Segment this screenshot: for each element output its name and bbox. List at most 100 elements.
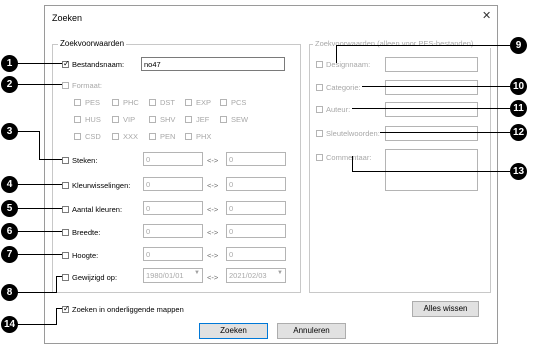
callout-4: 4 bbox=[1, 176, 18, 193]
stitches-from-input[interactable]: 0 bbox=[143, 152, 203, 166]
filename-label: Bestandsnaam: bbox=[72, 60, 125, 69]
keywords-label: Sleutelwoorden: bbox=[326, 129, 380, 138]
width-from-input[interactable]: 0 bbox=[143, 224, 203, 238]
callout-line-2 bbox=[16, 84, 62, 85]
format-checkbox-pen[interactable] bbox=[149, 133, 156, 140]
callout-line-7 bbox=[16, 254, 62, 255]
format-label-phx: PHX bbox=[196, 132, 212, 141]
category-label: Categorie: bbox=[326, 83, 361, 92]
callout-9: 9 bbox=[510, 37, 527, 54]
height-checkbox[interactable] bbox=[62, 252, 69, 259]
cancel-button[interactable]: Annuleren bbox=[277, 323, 346, 339]
subfolders-checkbox[interactable] bbox=[62, 304, 70, 313]
design-name-input[interactable] bbox=[385, 57, 478, 72]
format-label-csd: CSD bbox=[85, 132, 101, 141]
range-separator: <-> bbox=[207, 156, 219, 165]
close-icon[interactable]: ✕ bbox=[482, 11, 491, 22]
callout-line-13-vertical bbox=[352, 156, 353, 172]
chevron-down-icon: ▼ bbox=[277, 270, 283, 276]
color-changes-to-input[interactable]: 0 bbox=[226, 177, 286, 191]
callout-line-8-end bbox=[56, 276, 62, 277]
format-checkbox-phc[interactable] bbox=[112, 99, 119, 106]
author-label: Auteur: bbox=[326, 105, 351, 114]
format-checkbox-phx[interactable] bbox=[185, 133, 192, 140]
format-checkbox-jef[interactable] bbox=[185, 116, 192, 123]
filename-input[interactable]: no47 bbox=[141, 57, 285, 71]
category-checkbox[interactable] bbox=[316, 84, 323, 91]
width-checkbox[interactable] bbox=[62, 229, 69, 236]
modified-to-select[interactable]: 2021/02/03 ▼ bbox=[226, 268, 286, 283]
width-label: Breedte: bbox=[72, 228, 101, 237]
width-to-input[interactable]: 0 bbox=[226, 224, 286, 238]
callout-line-3 bbox=[16, 131, 39, 132]
range-separator: <-> bbox=[207, 251, 219, 260]
format-checkbox-shv[interactable] bbox=[149, 116, 156, 123]
colors-to-input[interactable]: 0 bbox=[226, 201, 286, 215]
comment-label: Commentaar: bbox=[326, 153, 372, 162]
format-checkbox-pes[interactable] bbox=[74, 99, 81, 106]
format-checkbox-sew[interactable] bbox=[220, 116, 227, 123]
callout-line-8-vertical bbox=[56, 276, 57, 293]
callout-line-3-vertical bbox=[39, 131, 40, 159]
colors-from-input[interactable]: 0 bbox=[143, 201, 203, 215]
category-input[interactable] bbox=[385, 80, 478, 95]
format-checkbox-exp[interactable] bbox=[185, 99, 192, 106]
stitches-label: Steken: bbox=[72, 156, 98, 165]
keywords-checkbox[interactable] bbox=[316, 130, 323, 137]
chevron-down-icon: ▼ bbox=[194, 270, 200, 276]
callout-line-12 bbox=[380, 132, 510, 133]
pes-conditions-legend: Zoekvoorwaarden (alleen voor PES-bestand… bbox=[313, 39, 493, 48]
format-label-xxx: XXX bbox=[123, 132, 139, 141]
keywords-input[interactable] bbox=[385, 126, 478, 141]
modified-from-select[interactable]: 1980/01/01 ▼ bbox=[143, 268, 203, 283]
search-button[interactable]: Zoeken bbox=[199, 323, 268, 339]
format-label-exp: EXP bbox=[196, 98, 212, 107]
height-label: Hoogte: bbox=[72, 251, 99, 260]
format-label-pes: PES bbox=[85, 98, 101, 107]
format-checkbox-pcs[interactable] bbox=[220, 99, 227, 106]
dialog-title: Zoeken bbox=[52, 13, 83, 23]
callout-5: 5 bbox=[1, 200, 18, 217]
author-input[interactable] bbox=[385, 102, 478, 117]
callout-line-14 bbox=[16, 324, 56, 325]
format-label-shv: SHV bbox=[160, 115, 176, 124]
callout-line-4 bbox=[16, 184, 62, 185]
height-from-input[interactable]: 0 bbox=[143, 247, 203, 261]
callout-line-9 bbox=[336, 45, 510, 46]
author-checkbox[interactable] bbox=[316, 106, 323, 113]
format-checkbox-csd[interactable] bbox=[74, 133, 81, 140]
format-label-pen: PEN bbox=[160, 132, 176, 141]
filename-checkbox[interactable] bbox=[62, 59, 70, 68]
range-separator: <-> bbox=[207, 205, 219, 214]
format-checkbox-dst[interactable] bbox=[149, 99, 156, 106]
callout-line-3-end bbox=[39, 159, 62, 160]
format-checkbox-hus[interactable] bbox=[74, 116, 81, 123]
callout-12: 12 bbox=[510, 124, 527, 141]
format-label-jef: JEF bbox=[196, 115, 210, 124]
format-label-hus: HUS bbox=[85, 115, 101, 124]
format-checkbox[interactable] bbox=[62, 82, 69, 89]
callout-line-10 bbox=[362, 86, 510, 87]
colors-checkbox[interactable] bbox=[62, 206, 69, 213]
format-label-phc: PHC bbox=[123, 98, 139, 107]
clear-all-button[interactable]: Alles wissen bbox=[412, 301, 479, 317]
callout-line-1 bbox=[16, 63, 62, 64]
comment-textarea[interactable] bbox=[385, 149, 478, 191]
color-changes-checkbox[interactable] bbox=[62, 182, 69, 189]
format-checkbox-vip[interactable] bbox=[112, 116, 119, 123]
design-name-checkbox[interactable] bbox=[316, 61, 323, 68]
callout-1: 1 bbox=[1, 55, 18, 72]
stitches-to-input[interactable]: 0 bbox=[226, 152, 286, 166]
callout-2: 2 bbox=[1, 76, 18, 93]
stitches-checkbox[interactable] bbox=[62, 157, 69, 164]
comment-checkbox[interactable] bbox=[316, 154, 323, 161]
modified-checkbox[interactable] bbox=[62, 274, 69, 281]
height-to-input[interactable]: 0 bbox=[226, 247, 286, 261]
format-label-sew: SEW bbox=[231, 115, 249, 124]
format-checkbox-xxx[interactable] bbox=[112, 133, 119, 140]
modified-from-value: 1980/01/01 bbox=[146, 271, 184, 280]
color-changes-from-input[interactable]: 0 bbox=[143, 177, 203, 191]
subfolders-label: Zoeken in onderliggende mappen bbox=[72, 305, 184, 314]
format-label-pcs: PCS bbox=[231, 98, 247, 107]
callout-line-11 bbox=[352, 108, 510, 109]
